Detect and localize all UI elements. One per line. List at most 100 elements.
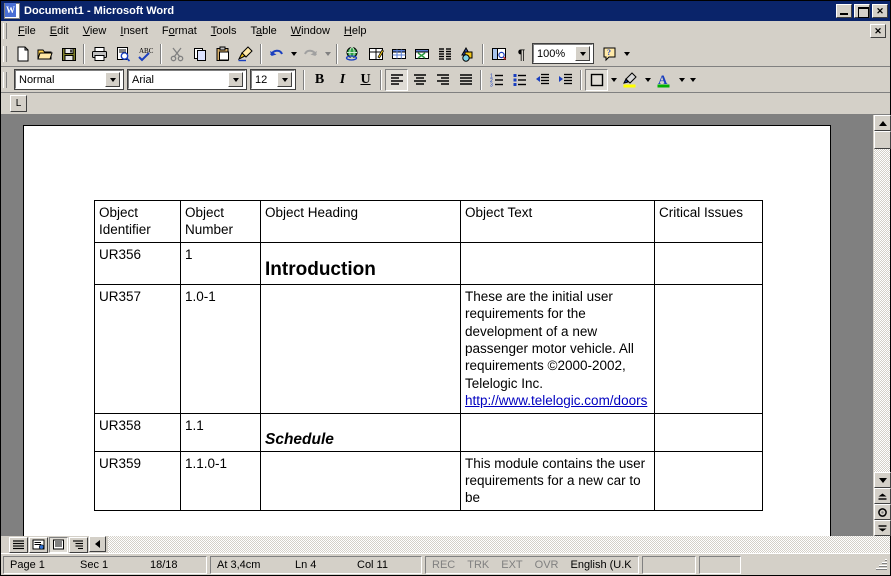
standard-toolbar-grip[interactable] [3,45,7,62]
vertical-scrollbar[interactable] [873,115,891,536]
redo-dropdown-arrow-icon[interactable] [322,43,333,65]
cell-critical-issues[interactable] [654,241,763,285]
status-trk[interactable]: TRK [461,559,495,571]
align-center-icon[interactable] [408,69,431,91]
new-document-icon[interactable] [11,43,34,65]
increase-indent-icon[interactable] [554,69,577,91]
font-combo[interactable]: Arial [127,69,247,90]
save-disk-icon[interactable] [57,43,80,65]
cell-object-number[interactable]: 1.1 [180,412,261,452]
cell-object-text[interactable] [460,241,655,285]
insert-table-icon[interactable] [387,43,410,65]
drawing-icon[interactable] [456,43,479,65]
table-row[interactable]: UR356 1 Introduction [94,241,763,285]
normal-view-icon[interactable] [9,536,28,553]
bold-button[interactable]: B [308,69,331,91]
menu-item-view[interactable]: View [76,23,114,39]
font-size-dropdown-arrow-icon[interactable] [277,72,292,87]
columns-icon[interactable] [433,43,456,65]
insert-hyperlink-globe-icon[interactable] [341,43,364,65]
cell-object-number[interactable]: 1 [180,241,261,285]
font-color-dropdown-arrow-icon[interactable] [676,69,687,91]
align-left-icon[interactable] [385,68,408,91]
office-assistant-help-icon[interactable]: ? [598,43,621,65]
resize-grip-icon[interactable] [874,558,888,572]
format-painter-icon[interactable] [234,43,257,65]
maximize-button[interactable] [854,4,870,18]
show-formatting-marks-icon[interactable]: ¶ [510,43,533,65]
scroll-down-icon[interactable] [874,472,891,488]
open-folder-icon[interactable] [34,43,57,65]
menu-item-help[interactable]: Help [337,23,374,39]
cell-object-heading[interactable]: Introduction [260,241,461,285]
cell-object-heading[interactable]: Schedule [260,412,461,452]
select-browse-object-icon[interactable] [874,504,891,520]
numbered-list-icon[interactable]: 123 [485,69,508,91]
cell-critical-issues[interactable] [654,412,763,452]
formatting-toolbar-grip[interactable] [3,71,7,88]
borders-icon[interactable] [585,68,608,91]
undo-dropdown-arrow-icon[interactable] [288,43,299,65]
print-preview-icon[interactable] [111,43,134,65]
underline-button[interactable]: U [354,69,377,91]
bulleted-list-icon[interactable] [508,69,531,91]
outline-view-icon[interactable] [69,536,88,553]
cell-object-text[interactable]: This module contains the user requiremen… [460,450,655,511]
scroll-up-icon[interactable] [874,115,891,131]
copy-icon[interactable] [188,43,211,65]
align-right-icon[interactable] [431,69,454,91]
cell-object-text[interactable] [460,412,655,452]
previous-page-icon[interactable] [874,488,891,504]
cell-object-heading[interactable] [260,283,461,414]
menu-item-file[interactable]: File [11,23,43,39]
font-color-icon[interactable]: A [653,69,676,91]
italic-button[interactable]: I [331,69,354,91]
font-dropdown-arrow-icon[interactable] [228,72,243,87]
scroll-left-icon[interactable] [89,536,106,552]
menu-item-format[interactable]: Format [155,23,204,39]
cell-object-identifier[interactable]: UR358 [94,412,181,452]
cell-critical-issues[interactable] [654,450,763,511]
cell-critical-issues[interactable] [654,283,763,414]
menu-item-window[interactable]: Window [284,23,337,39]
document-page[interactable]: Object Identifier Object Number Object H… [23,125,831,536]
redo-arrow-icon[interactable] [299,43,322,65]
menu-item-table[interactable]: Table [243,23,283,39]
justify-icon[interactable] [454,69,477,91]
status-language[interactable]: English (U.K [564,559,637,571]
cell-object-number[interactable]: 1.0-1 [180,283,261,414]
cell-object-identifier[interactable]: UR359 [94,450,181,511]
cell-object-number[interactable]: 1.1.0-1 [180,450,261,511]
document-map-icon[interactable] [487,43,510,65]
close-button[interactable]: ✕ [872,4,888,18]
document-area[interactable]: Object Identifier Object Number Object H… [1,115,873,536]
highlight-dropdown-arrow-icon[interactable] [642,69,653,91]
cell-object-identifier[interactable]: UR357 [94,283,181,414]
web-layout-view-icon[interactable] [29,536,48,553]
vertical-scroll-thumb[interactable] [874,131,891,149]
table-row[interactable]: UR357 1.0-1 These are the initial user r… [94,283,763,414]
close-document-button[interactable]: ✕ [870,23,886,38]
zoom-dropdown-arrow-icon[interactable] [575,46,590,61]
menu-item-tools[interactable]: Tools [204,23,244,39]
cut-scissors-icon[interactable] [165,43,188,65]
horizontal-scroll-track[interactable] [108,536,890,553]
vertical-scroll-track[interactable] [874,131,891,472]
toolbar-options-arrow-icon[interactable] [621,43,632,65]
formatting-toolbar-options-arrow-icon[interactable] [687,69,698,91]
print-layout-view-icon[interactable] [49,536,68,553]
menu-drag-grip[interactable] [3,22,7,39]
zoom-combo[interactable]: 100% [532,43,594,64]
requirements-table[interactable]: Object Identifier Object Number Object H… [94,200,763,511]
table-row[interactable]: UR358 1.1 Schedule [94,412,763,452]
cell-object-text[interactable]: These are the initial user requirements … [460,283,655,414]
style-combo[interactable]: Normal [14,69,124,90]
print-icon[interactable] [88,43,111,65]
next-page-icon[interactable] [874,520,891,536]
cell-object-identifier[interactable]: UR356 [94,241,181,285]
style-dropdown-arrow-icon[interactable] [105,72,120,87]
borders-dropdown-arrow-icon[interactable] [608,69,619,91]
menu-item-edit[interactable]: Edit [43,23,76,39]
cell-object-heading[interactable] [260,450,461,511]
table-row[interactable]: UR359 1.1.0-1 This module contains the u… [94,450,763,511]
